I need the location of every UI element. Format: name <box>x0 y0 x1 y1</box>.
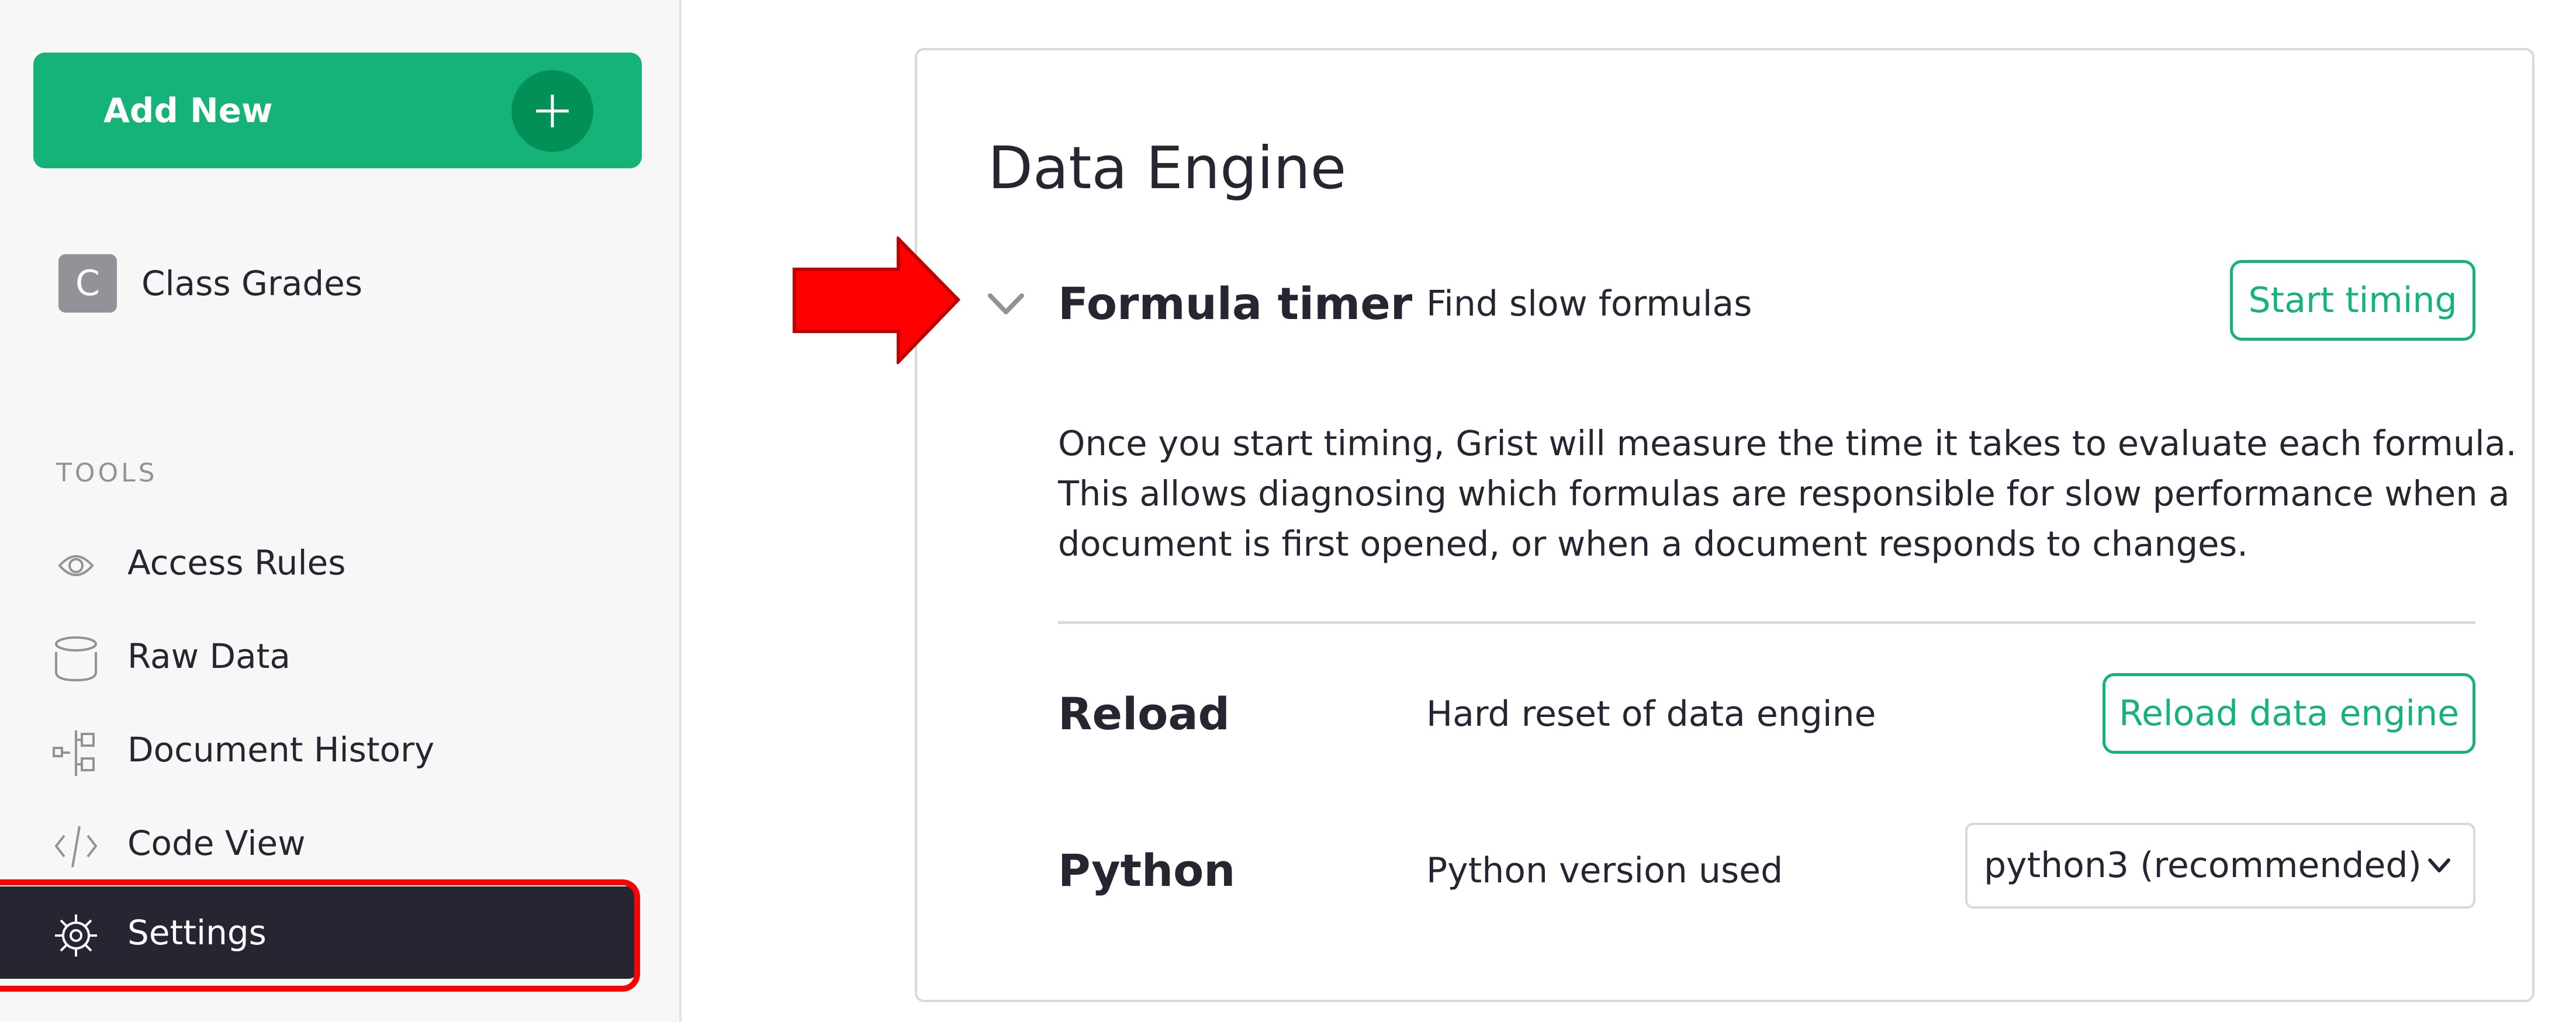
add-new-label: Add New <box>103 91 273 130</box>
plus-icon <box>511 70 593 152</box>
python-version-select[interactable]: python3 (recommended) <box>1965 823 2475 909</box>
document-name: Class Grades <box>141 264 363 303</box>
database-icon <box>53 636 99 683</box>
sidebar-item-label: Access Rules <box>127 543 346 583</box>
page-title: Data Engine <box>988 134 1347 202</box>
sidebar-item-label: Settings <box>127 913 267 952</box>
left-sidebar: Add New C Class Grades TOOLS Access Rule… <box>0 0 682 1022</box>
sidebar-item-settings[interactable]: Settings <box>0 886 637 979</box>
sidebar-item-document-history[interactable]: Document History <box>0 704 637 796</box>
python-label: Python <box>1058 844 1236 896</box>
sidebar-item-code-view[interactable]: Code View <box>0 797 637 889</box>
chevron-down-icon <box>2426 854 2452 878</box>
document-initial-icon: C <box>58 254 117 313</box>
section-divider <box>1058 621 2475 624</box>
formula-timer-description: Find slow formulas <box>1426 283 1752 324</box>
chevron-down-icon[interactable] <box>986 286 1026 321</box>
details-line: Once you start timing, Grist will measur… <box>1058 423 2517 463</box>
eye-icon <box>53 542 99 589</box>
code-icon <box>53 823 99 869</box>
reload-description: Hard reset of data engine <box>1426 694 1876 735</box>
sidebar-item-raw-data[interactable]: Raw Data <box>0 610 637 702</box>
python-version-value: python3 (recommended) <box>1984 845 2422 886</box>
history-tree-icon <box>53 729 99 776</box>
details-line: document is first opened, or when a docu… <box>1058 524 2248 564</box>
details-line: This allows diagnosing which formulas ar… <box>1058 473 2510 514</box>
reload-data-engine-button[interactable]: Reload data engine <box>2103 673 2475 754</box>
sidebar-item-label: Raw Data <box>127 636 291 676</box>
formula-timer-label: Formula timer <box>1058 278 1413 330</box>
python-description: Python version used <box>1426 850 1783 891</box>
gear-icon <box>53 912 99 959</box>
sidebar-item-label: Document History <box>127 730 435 770</box>
reload-label: Reload <box>1058 688 1230 740</box>
start-timing-button[interactable]: Start timing <box>2230 260 2475 341</box>
sidebar-item-label: Code View <box>127 823 306 863</box>
add-new-button[interactable]: Add New <box>33 53 642 168</box>
formula-timer-details: Once you start timing, Grist will measur… <box>1058 418 2517 569</box>
sidebar-item-access-rules[interactable]: Access Rules <box>0 517 637 609</box>
tools-heading: TOOLS <box>56 458 158 488</box>
red-arrow-annotation <box>793 237 961 364</box>
